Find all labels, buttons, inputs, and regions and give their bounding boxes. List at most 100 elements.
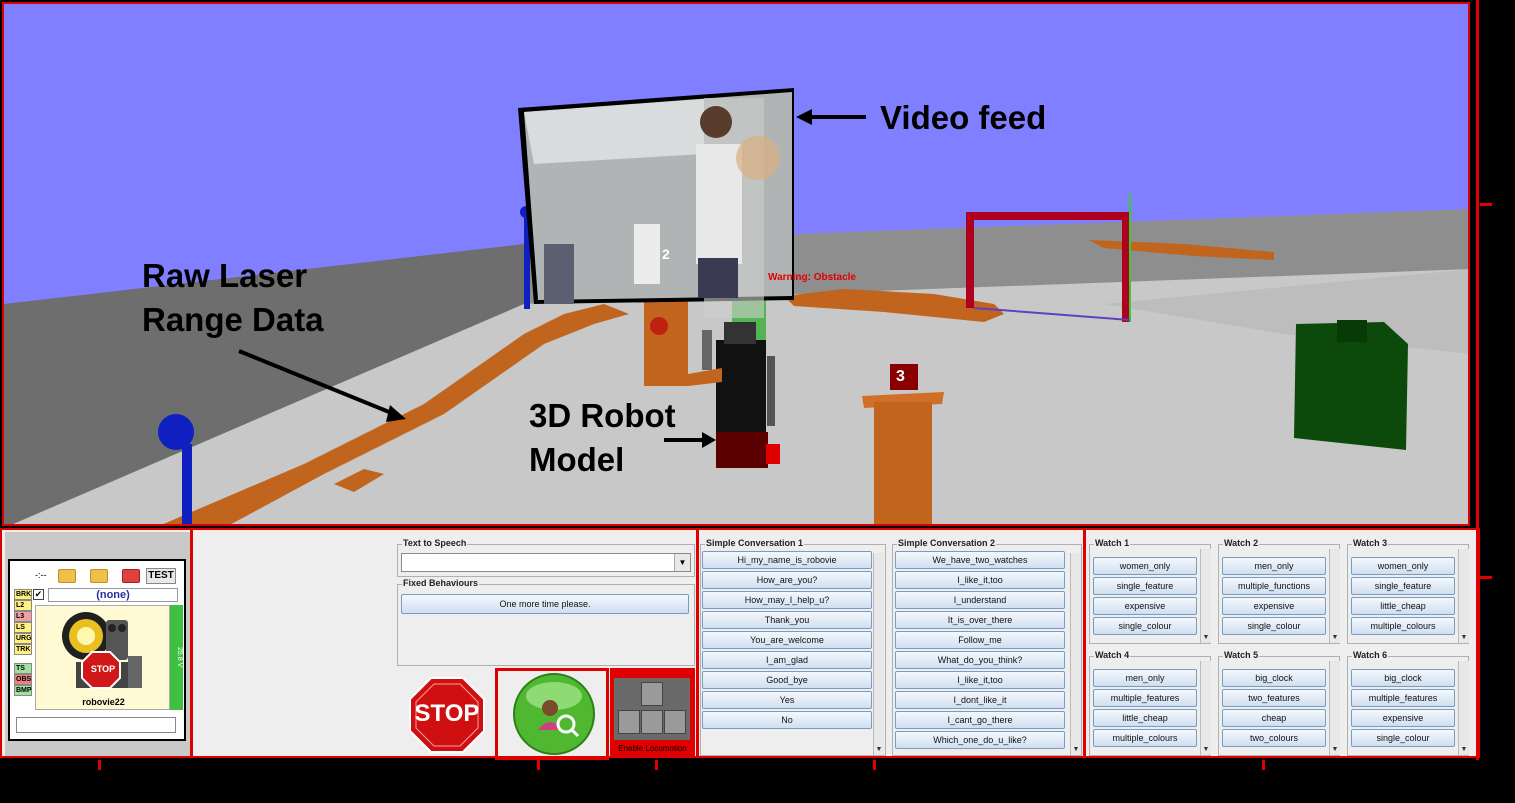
phrase-button[interactable]: You_are_welcome: [702, 631, 872, 649]
watch-option-button[interactable]: single_colour: [1351, 729, 1455, 747]
watch-scrollbar[interactable]: ▼: [1458, 661, 1469, 755]
watch-scrollbar[interactable]: ▼: [1458, 549, 1469, 643]
control-panel: -:-- TEST ✔ (none) BRK L2 L3 LS URG TRK TS OBS B…: [0, 528, 1480, 760]
divider: [1083, 530, 1086, 758]
watch-option-button[interactable]: multiple_functions: [1222, 577, 1326, 595]
watch-group-1: Watch 1 women_only single_feature expensive…: [1089, 538, 1211, 644]
phrase-button[interactable]: No: [702, 711, 872, 729]
phrase-button[interactable]: I_like_it,too: [895, 571, 1065, 589]
chevron-down-icon[interactable]: ▼: [1330, 745, 1340, 755]
chevron-down-icon[interactable]: ▼: [1330, 633, 1340, 643]
chevron-down-icon[interactable]: ▼: [874, 745, 884, 755]
frame-tick: [98, 760, 101, 770]
simple-conversation-2-title: Simple Conversation 2: [897, 538, 997, 548]
watch-option-button[interactable]: multiple_features: [1093, 689, 1197, 707]
behaviour-button[interactable]: One more time please.: [401, 594, 689, 614]
frame-tick: [655, 760, 658, 770]
phrase-button[interactable]: I_like_it,too: [895, 671, 1065, 689]
stop-button-label: STOP: [414, 700, 480, 727]
chevron-down-icon[interactable]: ▼: [674, 554, 690, 571]
phrase-button[interactable]: I_dont_like_it: [895, 691, 1065, 709]
phrase-button[interactable]: I_understand: [895, 591, 1065, 609]
robot-avatar-icon: [62, 612, 142, 689]
watch-group-5: Watch 5 big_clock two_featurescheap two_col…: [1218, 650, 1340, 756]
watch-option-button[interactable]: little_cheap: [1093, 709, 1197, 727]
watch-option-button[interactable]: multiple_features: [1351, 689, 1455, 707]
text-to-speech-input[interactable]: ▼: [401, 553, 691, 572]
watch-option-button[interactable]: expensive: [1093, 597, 1197, 615]
text-to-speech-title: Text to Speech: [402, 538, 468, 548]
robot-selector[interactable]: (none): [48, 588, 178, 602]
watch-option-button[interactable]: single_feature: [1093, 577, 1197, 595]
enable-locomotion-label: Enable Locomotion: [618, 744, 687, 753]
robot-enable-checkbox[interactable]: ✔: [33, 589, 44, 600]
status-flag: OBS: [14, 674, 32, 685]
chevron-down-icon[interactable]: ▼: [1201, 633, 1211, 643]
phrase-button[interactable]: Yes: [702, 691, 872, 709]
divider: [190, 530, 193, 758]
chevron-down-icon[interactable]: ▼: [1459, 745, 1469, 755]
status-flag: BRK: [14, 589, 32, 600]
watch-option-button[interactable]: two_colours: [1222, 729, 1326, 747]
phrase-button[interactable]: It_is_over_there: [895, 611, 1065, 629]
watch-option-button[interactable]: expensive: [1351, 709, 1455, 727]
watch-option-button[interactable]: single_colour: [1093, 617, 1197, 635]
simple-conversation-1-group: Simple Conversation 1 ▼ Hi_my_name_is_ro…: [700, 538, 886, 756]
watch-option-button[interactable]: big_clock: [1222, 669, 1326, 687]
conversation-2-scrollbar[interactable]: ▼: [1070, 553, 1081, 755]
arrow-keys-icon: [614, 678, 690, 740]
watch-option-button[interactable]: cheap: [1222, 709, 1326, 727]
status-flag: URG: [14, 633, 32, 644]
folder-icon[interactable]: [58, 569, 76, 583]
watch-option-button[interactable]: two_features: [1222, 689, 1326, 707]
phrase-button[interactable]: We_have_two_watches: [895, 551, 1065, 569]
user-search-button[interactable]: [510, 672, 598, 756]
3d-scene-view[interactable]: Video feed Raw Laser Range Data 3D Robot…: [2, 2, 1470, 526]
phrase-button[interactable]: I_am_glad: [702, 651, 872, 669]
watch-option-button[interactable]: multiple_colours: [1093, 729, 1197, 747]
watch-scrollbar[interactable]: ▼: [1200, 661, 1211, 755]
phrase-button[interactable]: How_may_I_help_u?: [702, 591, 872, 609]
phrase-button[interactable]: I_cant_go_there: [895, 711, 1065, 729]
phrase-button[interactable]: What_do_you_think?: [895, 651, 1065, 669]
status-text-field[interactable]: [16, 717, 176, 733]
watch-option-button[interactable]: multiple_colours: [1351, 617, 1455, 635]
watch-option-button[interactable]: single_colour: [1222, 617, 1326, 635]
chevron-down-icon[interactable]: ▼: [1459, 633, 1469, 643]
alert-icon[interactable]: [122, 569, 140, 583]
watch-group-4: Watch 4 men_only multiple_features little_c…: [1089, 650, 1211, 756]
chevron-down-icon[interactable]: ▼: [1201, 745, 1211, 755]
watch-option-button[interactable]: women_only: [1351, 557, 1455, 575]
watch-option-button[interactable]: men_only: [1222, 557, 1326, 575]
watch-scrollbar[interactable]: ▼: [1200, 549, 1211, 643]
phrase-button[interactable]: Which_one_do_u_like?: [895, 731, 1065, 749]
status-flag: TRK: [14, 644, 32, 655]
interface-root: Video feed Raw Laser Range Data 3D Robot…: [0, 0, 1515, 803]
watch-title: Watch 5: [1223, 650, 1260, 660]
phrase-button[interactable]: How_are_you?: [702, 571, 872, 589]
test-button[interactable]: TEST: [146, 568, 176, 584]
conversation-1-scrollbar[interactable]: ▼: [873, 553, 884, 755]
watch-option-button[interactable]: men_only: [1093, 669, 1197, 687]
watch-option-button[interactable]: single_feature: [1351, 577, 1455, 595]
folder-open-icon[interactable]: [90, 569, 108, 583]
watch-scrollbar[interactable]: ▼: [1329, 549, 1340, 643]
obstacle-warning: Warning: Obstacle: [768, 272, 856, 283]
enable-locomotion-button[interactable]: Enable Locomotion: [610, 668, 695, 758]
watch-option-button[interactable]: big_clock: [1351, 669, 1455, 687]
robot-avatar-tile[interactable]: STOP robovie22: [35, 605, 170, 710]
watch-scrollbar[interactable]: ▼: [1329, 661, 1340, 755]
phrase-button[interactable]: Follow_me: [895, 631, 1065, 649]
phrase-button[interactable]: Thank_you: [702, 611, 872, 629]
watch-title: Watch 3: [1352, 538, 1389, 548]
phrase-button[interactable]: Hi_my_name_is_robovie: [702, 551, 872, 569]
status-flag: L3: [14, 611, 32, 622]
watch-option-button[interactable]: women_only: [1093, 557, 1197, 575]
chevron-down-icon[interactable]: ▼: [1071, 745, 1081, 755]
frame-tick: [873, 760, 876, 770]
phrase-button[interactable]: Good_bye: [702, 671, 872, 689]
watch-option-button[interactable]: expensive: [1222, 597, 1326, 615]
watch-option-button[interactable]: little_cheap: [1351, 597, 1455, 615]
robot-name-label: robovie22: [82, 697, 125, 707]
watch-group-3: Watch 3 women_only single_feature little_ch…: [1347, 538, 1469, 644]
